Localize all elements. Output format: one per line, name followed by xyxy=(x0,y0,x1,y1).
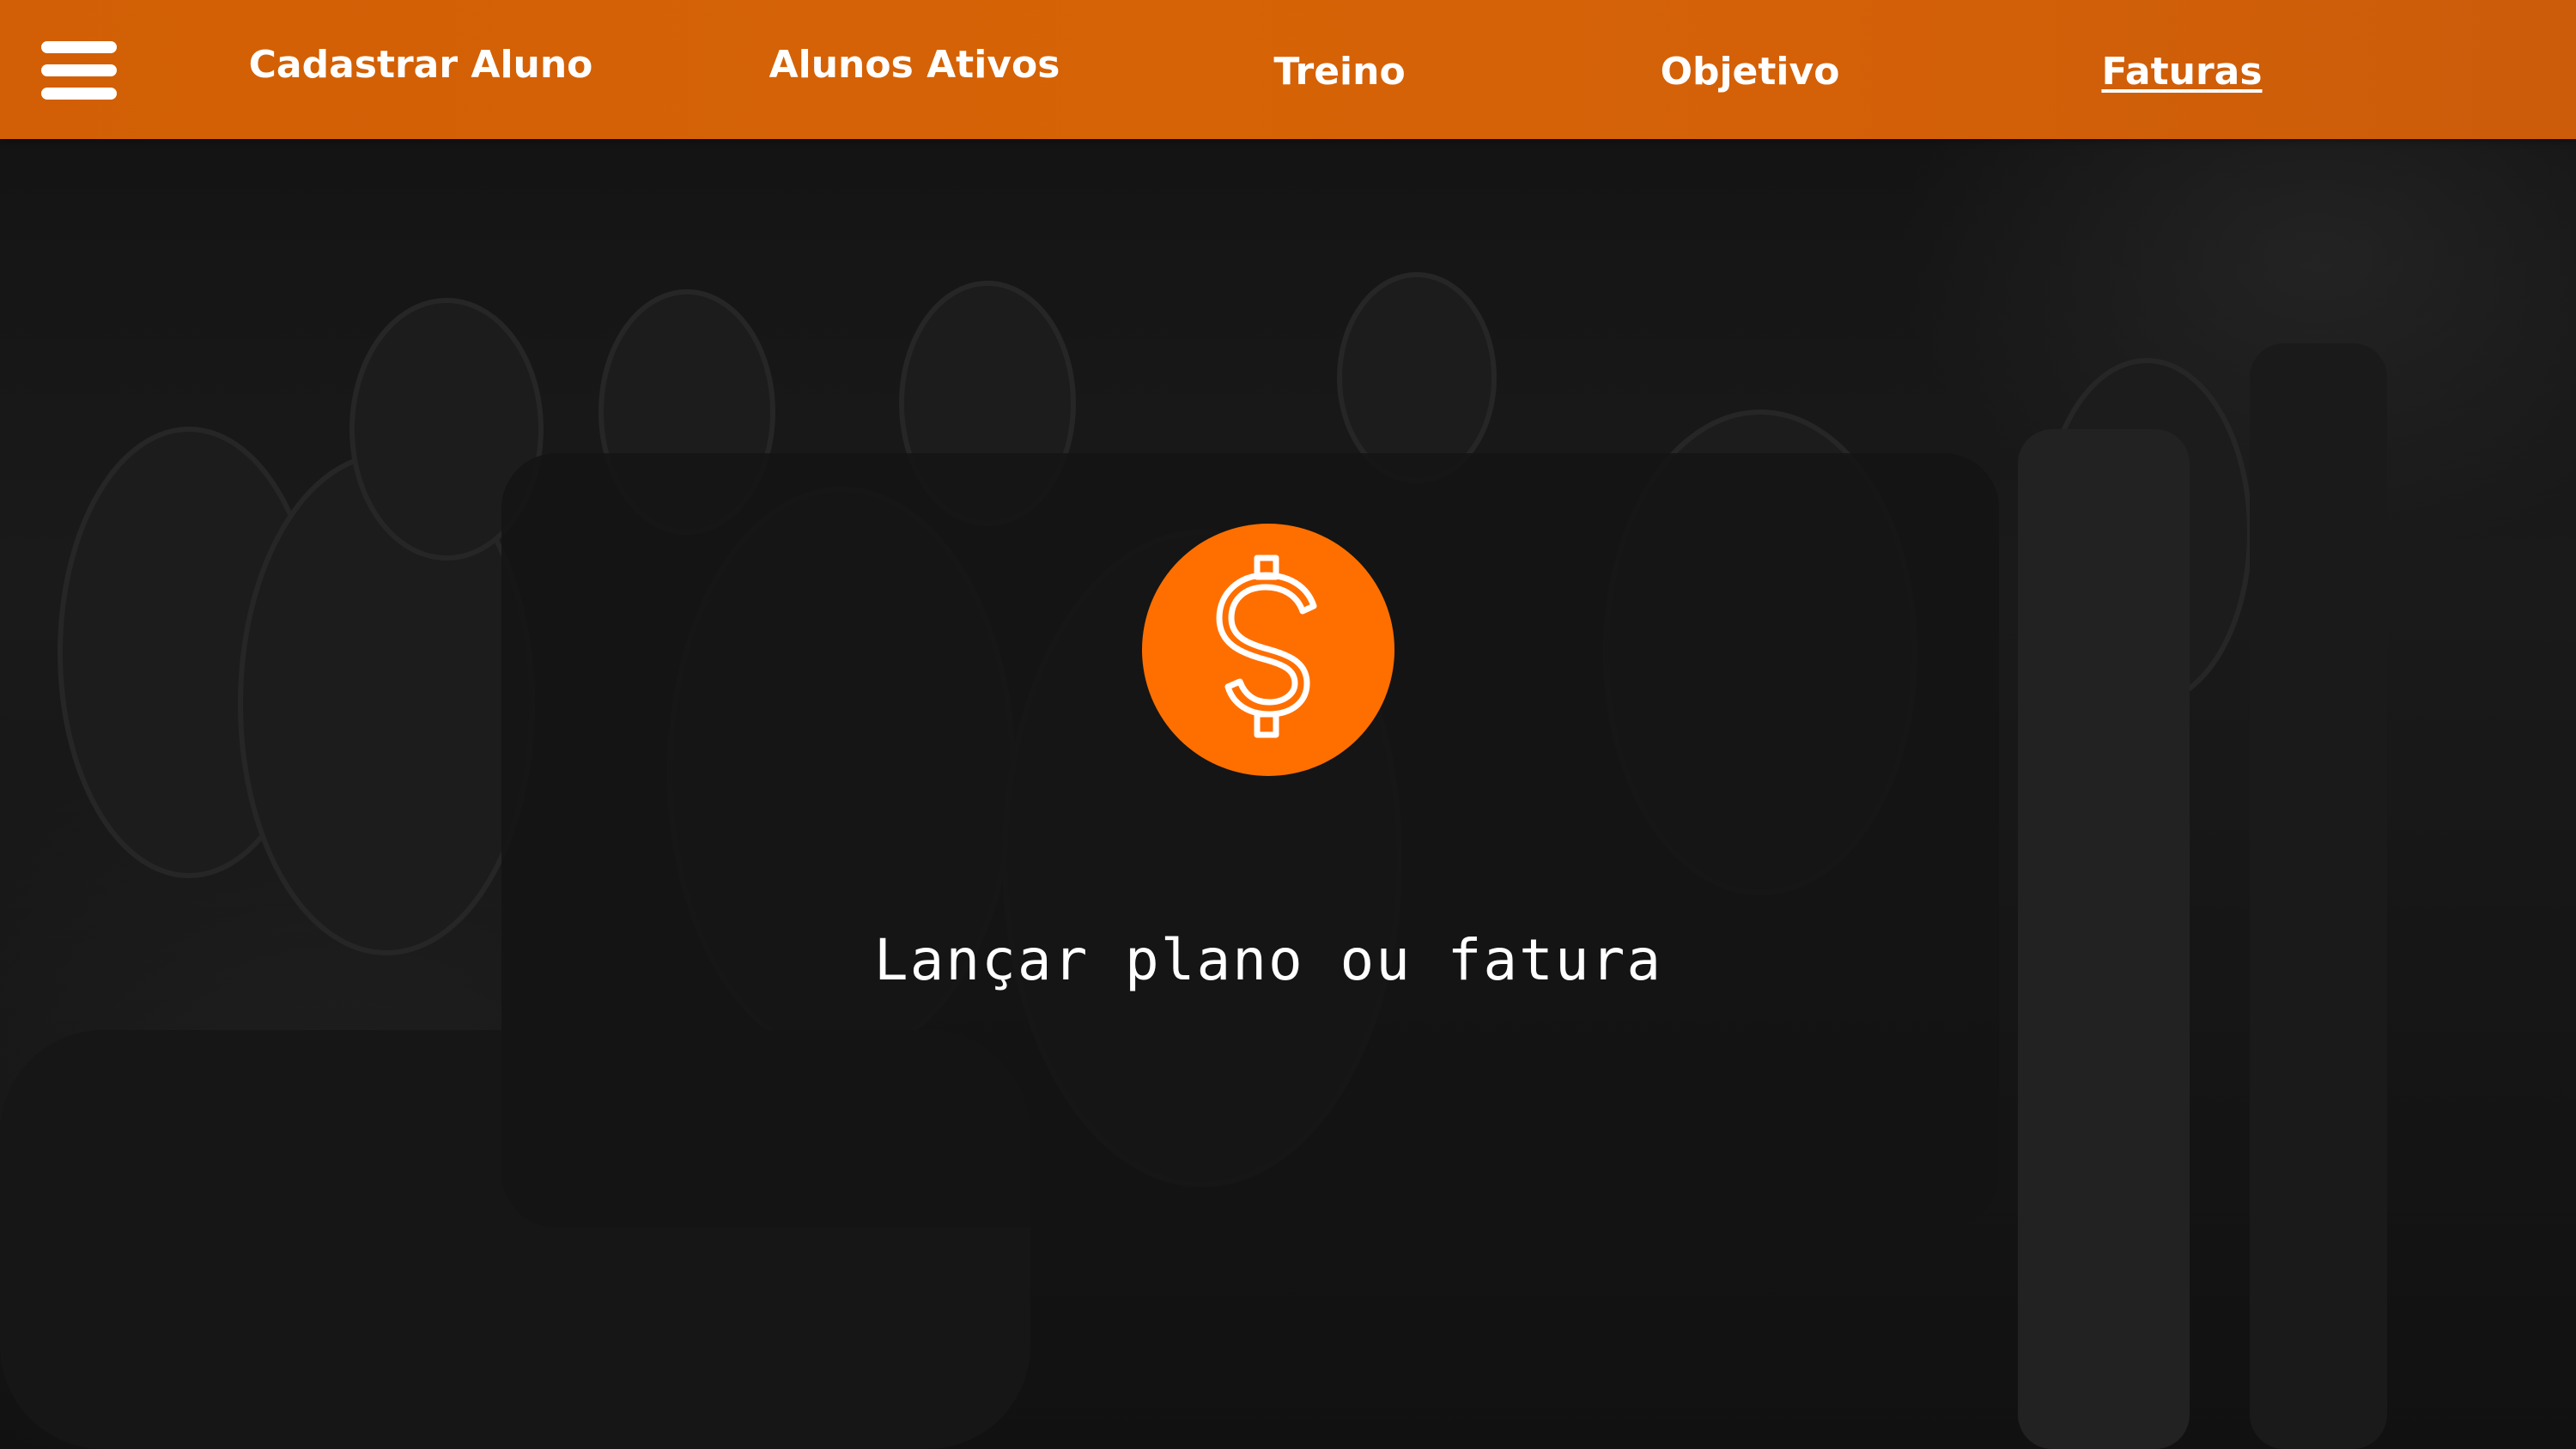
nav-item-alunos-ativos[interactable]: Alunos Ativos xyxy=(769,43,1060,87)
nav-item-treino[interactable]: Treino xyxy=(1273,50,1405,94)
card-label: Lançar plano ou fatura xyxy=(873,927,1663,993)
nav-item-faturas[interactable]: Faturas xyxy=(2101,50,2262,94)
top-navigation-bar: Cadastrar Aluno Alunos Ativos Treino Obj… xyxy=(0,0,2576,139)
hamburger-menu-icon[interactable] xyxy=(41,41,117,100)
nav-item-cadastrar-aluno[interactable]: Cadastrar Aluno xyxy=(249,43,593,87)
hamburger-line xyxy=(41,88,117,100)
dollar-sign-icon xyxy=(1142,524,1394,776)
hamburger-line xyxy=(41,41,117,53)
nav-item-objetivo[interactable]: Objetivo xyxy=(1661,50,1840,94)
hamburger-line xyxy=(41,64,117,76)
